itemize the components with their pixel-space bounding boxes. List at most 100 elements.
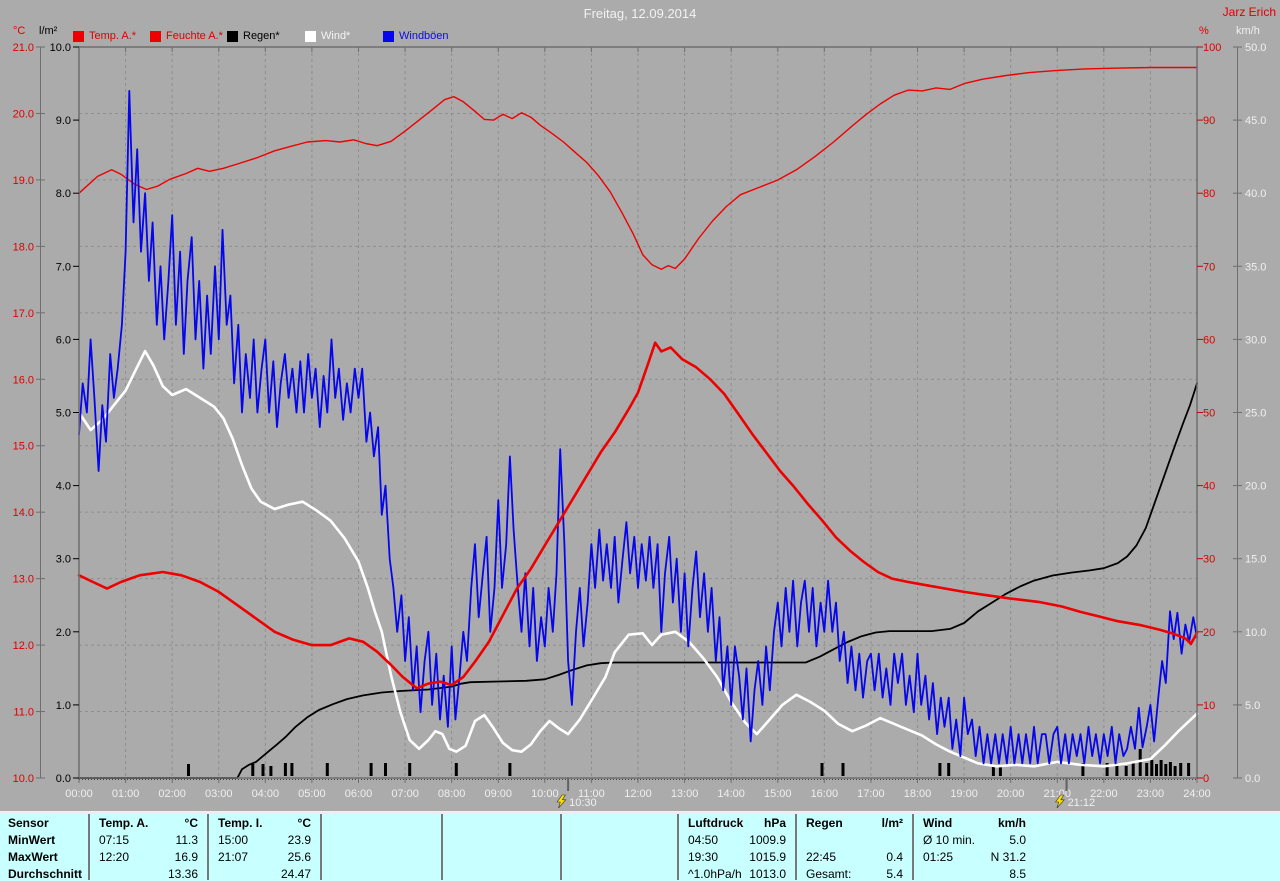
rain-event-bar (998, 766, 1002, 776)
rain-event-bar (841, 763, 845, 776)
axis-tick-label: 15.0 (1245, 554, 1266, 566)
axis-tick-label: 05:00 (298, 788, 326, 800)
table-cell: 11.3 (175, 833, 198, 847)
axis-tick-label: 09:00 (484, 788, 512, 800)
axis-tick-label: 00:00 (65, 788, 93, 800)
table-cell: 13.36 (167, 867, 198, 881)
table-cell: 22:45 (806, 850, 837, 864)
table-row: Luftdruck hPa (679, 815, 793, 832)
table-row-label: MaxWert (8, 850, 58, 864)
table-cell: Gesamt: (806, 867, 852, 881)
axis-tick-label: 8.0 (56, 188, 71, 200)
table-row: 04:50 1009.9 (679, 832, 793, 849)
rain-event-bar (1168, 762, 1172, 776)
rain-event-bar (1124, 766, 1128, 776)
axis-tick-label: 14:00 (717, 788, 745, 800)
station-owner-label: Jarz Erich (1222, 5, 1276, 19)
rain-event-bar (1145, 763, 1149, 776)
axis-tick-label: 25.0 (1245, 408, 1266, 420)
axis-tick-label: 20.0 (1245, 481, 1266, 493)
axis-tick-label: 11.0 (13, 707, 34, 719)
table-row: Regen l/m² (797, 815, 910, 832)
legend-item-temp-a: Temp. A.* (73, 30, 136, 42)
marker-time-label: 10:30 (569, 797, 597, 809)
rain-event-bar (947, 763, 951, 776)
axis-tick-label: 12.0 (13, 640, 34, 652)
axis-tick-label: 18.0 (13, 241, 34, 253)
table-cell: 19:30 (688, 850, 719, 864)
legend-item-regen: Regen* (227, 30, 280, 42)
axis-tick-label: 24:00 (1183, 788, 1211, 800)
legend-item-feuchte-a: Feuchte A.* (150, 30, 223, 42)
axis-tick-label: 60 (1203, 334, 1215, 346)
axis-tick-label: 70 (1203, 261, 1215, 273)
axis-tick-label: 9.0 (56, 115, 71, 127)
axis-tick-label: 06:00 (345, 788, 373, 800)
axis-tick-label: 6.0 (56, 334, 71, 346)
axis-tick-label: 5.0 (56, 408, 71, 420)
rain-event-bar (187, 764, 190, 776)
axis-tick-label: 17:00 (857, 788, 885, 800)
table-row: 8.5 (914, 866, 1033, 881)
table-cell: 1015.9 (749, 850, 786, 864)
axis-tick-label: 13:00 (671, 788, 699, 800)
rain-event-bar (290, 763, 294, 776)
rain-event-bar (1155, 764, 1158, 776)
rain-event-bar (938, 763, 942, 776)
rain-event-bar (325, 763, 329, 776)
axis-tick-label: 20:00 (997, 788, 1025, 800)
legend: Temp. A.* Feuchte A.* Regen* Wind* Windböen (0, 30, 1280, 44)
rain-event-bar (369, 763, 373, 776)
table-cell: km/h (997, 816, 1026, 830)
table-cell: Ø 10 min. (923, 833, 976, 847)
table-row-label: Sensor (8, 816, 49, 830)
wind-swatch-icon (305, 30, 316, 42)
table-cell: N 31.2 (990, 850, 1026, 864)
rain-event-bar (1173, 766, 1177, 776)
table-cell: Regen (806, 816, 843, 830)
axis-tick-label: 13.0 (13, 574, 34, 586)
rain-event-bar (1187, 763, 1191, 776)
table-cell: Temp. I. (218, 816, 263, 830)
rain-event-bar (283, 763, 287, 776)
axis-tick-label: 03:00 (205, 788, 233, 800)
table-cell: 8.5 (1009, 867, 1026, 881)
axis-tick-label: 19.0 (13, 175, 34, 187)
table-cell: 5.4 (886, 867, 903, 881)
rain-event-bar (1131, 763, 1135, 776)
table-cell: 23.9 (287, 833, 311, 847)
table-column-separator (441, 814, 443, 880)
table-row: Gesamt: 5.4 (797, 866, 910, 881)
stats-table: Sensor MinWert MaxWert Durchschnitt Temp. A.… (0, 811, 1280, 881)
rain-event-bar (1164, 764, 1168, 776)
table-row: 01:25 N 31.2 (914, 849, 1033, 866)
axis-tick-label: 50 (1203, 408, 1215, 420)
table-row: 07:15 11.3 (90, 832, 205, 849)
table-row: 21:07 25.6 (209, 849, 318, 866)
axis-tick-label: 40.0 (1245, 188, 1266, 200)
table-cell: 24.47 (280, 867, 311, 881)
rain-event-bar (251, 764, 255, 776)
table-column-separator (320, 814, 322, 880)
table-cell: 16.9 (174, 850, 198, 864)
table-cell: 04:50 (688, 833, 719, 847)
legend-item-windboeen: Windböen (383, 30, 449, 42)
legend-label: Windböen (399, 30, 449, 42)
table-cell: 0.4 (886, 850, 903, 864)
axis-tick-label: 5.0 (1245, 700, 1260, 712)
table-row: 15:00 23.9 (209, 832, 318, 849)
axis-tick-label: 1.0 (56, 700, 71, 712)
axis-tick-label: 0.0 (56, 773, 71, 785)
table-cell: 5.0 (1009, 833, 1026, 847)
table-cell: Temp. A. (99, 816, 149, 830)
axis-tick-label: 30.0 (1245, 334, 1266, 346)
axis-tick-label: 04:00 (252, 788, 280, 800)
axis-tick-label: 07:00 (391, 788, 419, 800)
table-cell: 01:25 (923, 850, 954, 864)
windboeen-swatch-icon (383, 30, 394, 42)
axis-tick-label: 40 (1203, 481, 1215, 493)
axis-tick-label: 10:00 (531, 788, 559, 800)
axis-tick-label: 19:00 (950, 788, 978, 800)
legend-label: Feuchte A.* (166, 30, 223, 42)
table-cell: 12:20 (99, 850, 130, 864)
